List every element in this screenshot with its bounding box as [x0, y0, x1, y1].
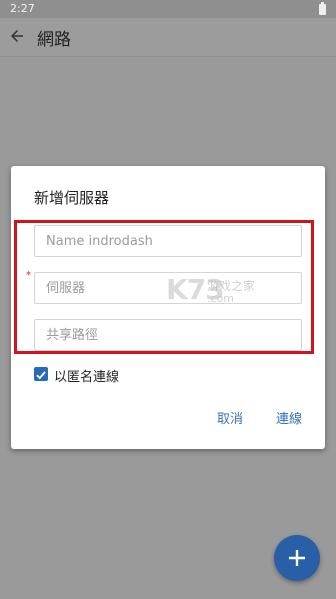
check-icon	[36, 371, 46, 380]
back-arrow-icon[interactable]	[8, 27, 26, 45]
connect-button[interactable]: 連線	[276, 408, 302, 427]
page-title: 網路	[37, 30, 71, 50]
required-mark: *	[26, 270, 31, 281]
anonymous-label: 以匿名連線	[54, 370, 120, 385]
status-time: 2:27	[10, 2, 35, 15]
dialog-title: 新增伺服器	[34, 189, 110, 207]
anonymous-checkbox[interactable]	[34, 367, 48, 381]
add-fab-button[interactable]	[274, 535, 320, 581]
name-input[interactable]	[34, 225, 302, 257]
share-path-input[interactable]	[34, 319, 302, 351]
add-server-dialog: 新增伺服器 * K73 游戏之家 .com 以匿名連線 取消 連線	[11, 166, 325, 449]
cancel-button[interactable]: 取消	[217, 408, 243, 427]
battery-icon	[319, 2, 326, 15]
app-bar: 網路	[0, 18, 336, 57]
status-bar: 2:27	[0, 0, 336, 18]
plus-icon	[289, 550, 305, 566]
server-input[interactable]	[34, 272, 302, 304]
